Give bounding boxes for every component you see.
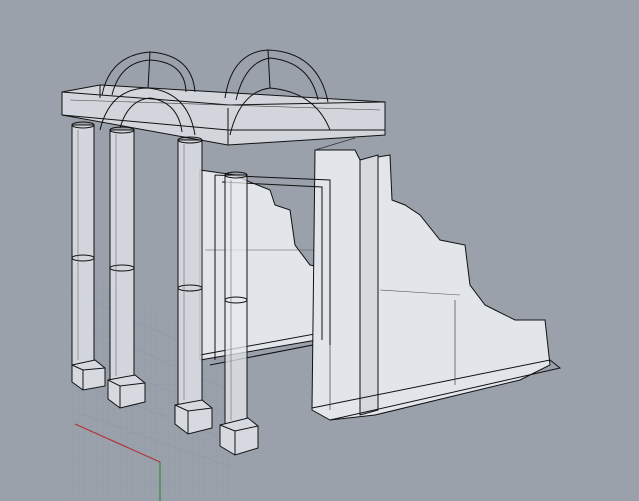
column-2[interactable] <box>109 126 135 381</box>
column-3-base <box>174 399 213 435</box>
front-stair-wall[interactable] <box>311 137 562 421</box>
column-4[interactable] <box>224 171 248 426</box>
perspective-viewport[interactable] <box>0 0 639 501</box>
column-2-base <box>107 374 146 409</box>
viewport-canvas[interactable] <box>0 0 639 501</box>
column-1-base <box>71 359 106 391</box>
column-3[interactable] <box>177 136 203 406</box>
column-1[interactable] <box>71 121 95 366</box>
column-4-base <box>219 417 259 456</box>
